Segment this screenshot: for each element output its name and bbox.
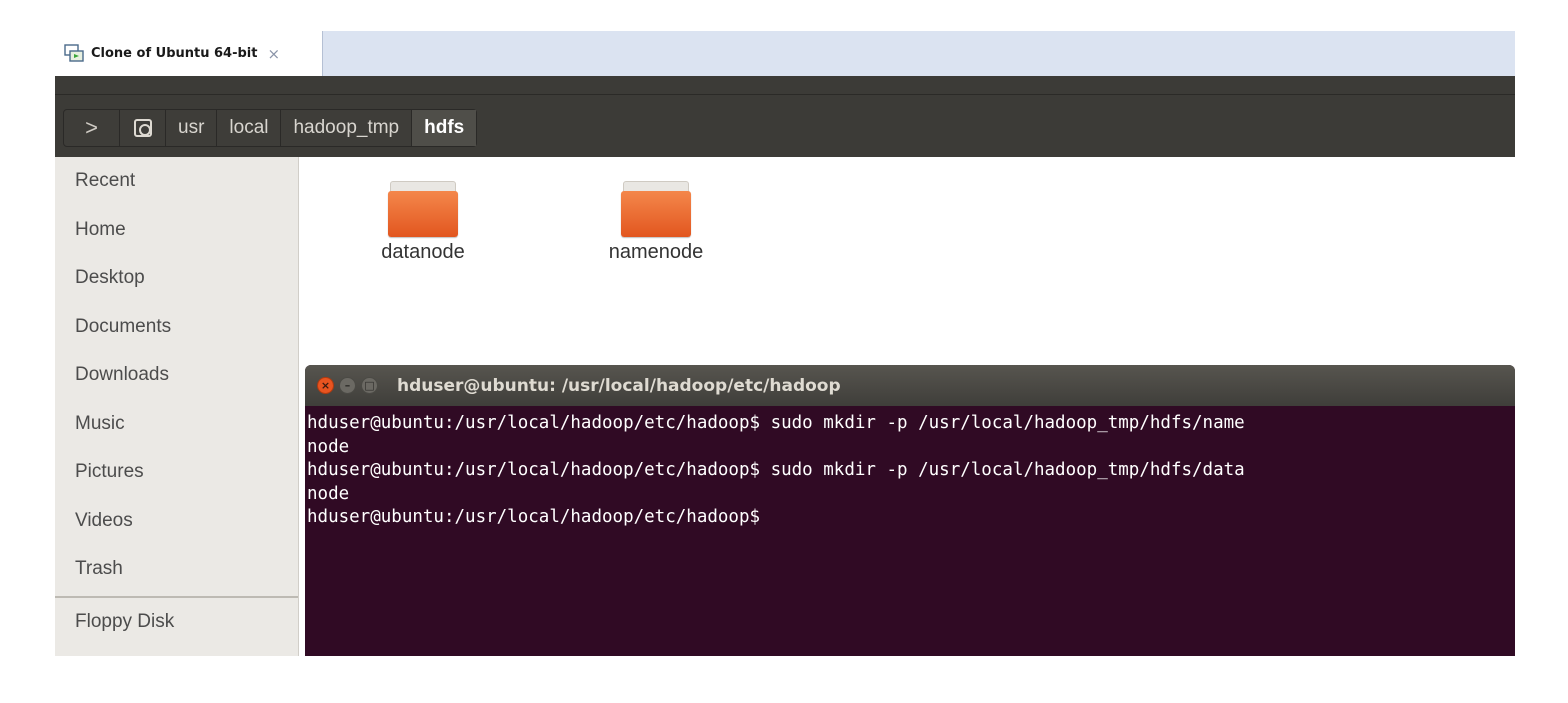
breadcrumb: > usr local hadoop_tmp hdfs [63,109,478,147]
sidebar-item-documents[interactable]: Documents [55,303,298,352]
folder-label: namenode [608,241,704,263]
close-icon[interactable]: × [267,45,280,63]
terminal-line: hduser@ubuntu:/usr/local/hadoop/etc/hado… [307,507,761,527]
path-segment-local[interactable]: local [217,110,282,146]
folder-label: datanode [381,241,465,263]
sidebar-item-desktop[interactable]: Desktop [55,254,298,303]
sidebar-item-downloads[interactable]: Downloads [55,351,298,400]
terminal-line: hduser@ubuntu:/usr/local/hadoop/etc/hado… [307,460,1245,480]
sidebar-item-trash[interactable]: Trash [55,545,298,594]
terminal-line: node [307,483,350,504]
path-segment-hadoop-tmp[interactable]: hadoop_tmp [281,110,413,146]
terminal-title: hduser@ubuntu: /usr/local/hadoop/etc/had… [397,375,841,396]
maximize-icon[interactable]: □ [361,377,378,394]
folder-icon [621,179,691,237]
path-segment-hdfs[interactable]: hdfs [412,110,477,146]
close-icon[interactable]: × [317,377,334,394]
folder-icon [388,179,458,237]
disk-icon [133,119,152,137]
path-root-button[interactable] [120,110,166,146]
terminal-titlebar[interactable]: × – □ hduser@ubuntu: /usr/local/hadoop/e… [305,365,1515,406]
sidebar-item-videos[interactable]: Videos [55,497,298,546]
folder-item-namenode[interactable]: namenode [586,179,726,264]
terminal-line: hduser@ubuntu:/usr/local/hadoop/etc/hado… [307,413,1245,433]
minimize-icon[interactable]: – [339,377,356,394]
window-titlebar [55,76,1515,94]
sidebar-item-floppy-disk[interactable]: Floppy Disk [55,598,298,647]
toolbar: > usr local hadoop_tmp hdfs [55,94,1515,157]
sidebar: Recent Home Desktop Documents Downloads … [55,157,299,656]
sidebar-item-home[interactable]: Home [55,206,298,255]
folder-item-datanode[interactable]: datanode [353,179,493,264]
sidebar-item-music[interactable]: Music [55,400,298,449]
vm-tab[interactable]: Clone of Ubuntu 64-bit × [55,31,323,76]
terminal-line: node [307,436,350,457]
sidebar-item-recent[interactable]: Recent [55,157,298,206]
vm-tab-bar: Clone of Ubuntu 64-bit × [55,31,1515,76]
sidebar-item-pictures[interactable]: Pictures [55,448,298,497]
vm-icon [64,43,84,62]
path-segment-usr[interactable]: usr [166,110,218,146]
terminal-window[interactable]: × – □ hduser@ubuntu: /usr/local/hadoop/e… [305,365,1515,656]
chevron-right-icon[interactable]: > [64,110,120,146]
terminal-output[interactable]: hduser@ubuntu:/usr/local/hadoop/etc/hado… [305,406,1515,530]
vm-tab-title: Clone of Ubuntu 64-bit [91,46,258,61]
